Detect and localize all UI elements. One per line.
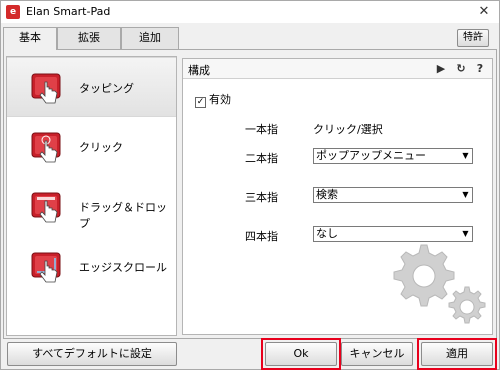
- gears-icon: [393, 244, 486, 324]
- close-button[interactable]: ✕: [475, 3, 493, 21]
- sidebar-item-drag-drop[interactable]: ドラッグ＆ドロップ: [7, 177, 176, 237]
- two-finger-select[interactable]: ポップアップメニュー ▼: [313, 148, 473, 164]
- tab-extended[interactable]: 拡張: [57, 27, 121, 49]
- sidebar-item-edge-scroll[interactable]: エッジスクロール: [7, 237, 176, 297]
- refresh-icon[interactable]: ↻: [454, 62, 468, 76]
- two-finger-label: 二本指: [245, 152, 278, 165]
- ok-highlight-box: [261, 338, 341, 370]
- edge-scroll-icon: [31, 252, 61, 283]
- cancel-button[interactable]: キャンセル: [341, 342, 413, 366]
- drag-drop-icon: [31, 192, 61, 223]
- tab-additional[interactable]: 追加: [121, 27, 179, 49]
- tab-basic[interactable]: 基本: [3, 27, 57, 50]
- four-finger-value: なし: [316, 227, 338, 240]
- chevron-down-icon: ▼: [459, 188, 472, 202]
- sidebar-item-label: エッジスクロール: [79, 261, 167, 274]
- two-finger-value: ポップアップメニュー: [316, 149, 426, 162]
- one-finger-label: 一本指: [245, 123, 278, 136]
- sidebar-item-label: ドラッグ＆ドロップ: [79, 201, 167, 230]
- three-finger-select[interactable]: 検索 ▼: [313, 187, 473, 203]
- elan-app-icon: e: [6, 5, 20, 19]
- three-finger-value: 検索: [316, 188, 338, 201]
- enabled-label: 有効: [209, 93, 231, 106]
- reset-defaults-button[interactable]: すべてデフォルトに設定: [7, 342, 177, 366]
- panel-header: 構成 ▶ ↻ ?: [183, 59, 492, 79]
- apply-highlight-box: [417, 338, 497, 370]
- one-finger-value: クリック/選択: [313, 123, 383, 136]
- window-title: Elan Smart-Pad: [26, 5, 111, 18]
- sidebar-item-label: タッピング: [79, 82, 134, 95]
- app-window: e Elan Smart-Pad ✕ 基本 拡張 追加 特許 タッピング クリッ…: [0, 0, 500, 370]
- click-icon: [31, 132, 61, 163]
- enabled-checkbox-row[interactable]: ✓ 有効: [195, 91, 231, 108]
- sidebar-item-label: クリック: [79, 141, 123, 154]
- tab-strip: 基本 拡張 追加: [1, 27, 499, 50]
- sidebar-item-click[interactable]: クリック: [7, 117, 176, 177]
- enabled-checkbox[interactable]: ✓: [195, 97, 206, 108]
- patent-button[interactable]: 特許: [457, 29, 489, 47]
- panel-title: 構成: [188, 64, 210, 77]
- help-icon[interactable]: ?: [473, 62, 487, 76]
- sidebar-item-tapping[interactable]: タッピング: [7, 57, 176, 117]
- gesture-list: タッピング クリック ドラッグ＆ドロップ エッジスクロール: [6, 56, 177, 336]
- four-finger-label: 四本指: [245, 230, 278, 243]
- three-finger-label: 三本指: [245, 191, 278, 204]
- chevron-down-icon: ▼: [459, 149, 472, 163]
- settings-panel: 構成 ▶ ↻ ? ✓ 有効 一本指 クリック/選択 二本指 ポップアップメニュー …: [182, 58, 493, 335]
- tapping-icon: [31, 73, 61, 104]
- play-icon[interactable]: ▶: [434, 62, 448, 76]
- title-bar: e Elan Smart-Pad ✕: [1, 1, 499, 23]
